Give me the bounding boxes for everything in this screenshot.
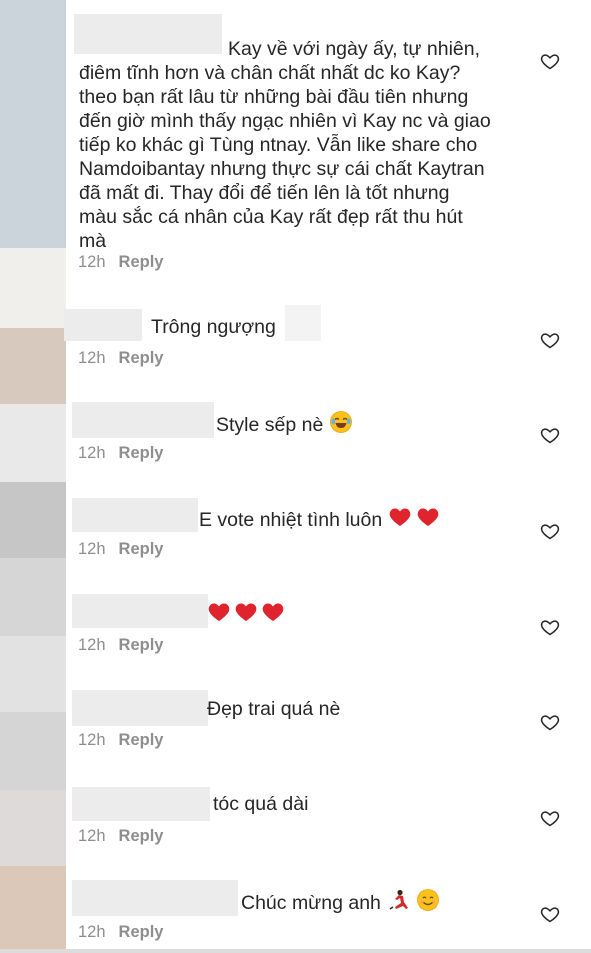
comment-meta: 12h Reply	[78, 253, 163, 272]
comment-text	[207, 600, 285, 627]
avatar	[0, 328, 66, 404]
username-redacted	[72, 787, 210, 821]
red-heart-emoji-icon	[262, 603, 284, 621]
comment-meta: 12h Reply	[78, 923, 163, 942]
username-redacted	[72, 402, 214, 438]
username-redacted	[285, 305, 321, 341]
comment-text: điêm tĩnh hơn và chân chất nhất dc ko Ka…	[79, 62, 461, 84]
username-redacted	[64, 309, 142, 341]
comment-text: Kay về với ngày ấy, tự nhiên,	[228, 38, 481, 60]
timestamp: 12h	[78, 827, 106, 845]
reply-button[interactable]: Reply	[119, 444, 164, 462]
heart-outline-icon[interactable]	[540, 808, 560, 828]
comment-text: mà	[79, 230, 107, 252]
comment-meta: 12h Reply	[78, 636, 163, 655]
avatar	[0, 248, 66, 328]
avatar	[0, 404, 66, 482]
comment-text: tóc quá dài	[213, 793, 309, 815]
comment-text: Trông ngượng	[151, 316, 276, 338]
timestamp: 12h	[78, 253, 106, 271]
avatar	[0, 0, 66, 248]
comment-text: màu sắc cá nhân của Kay rất đẹp rất thu …	[79, 206, 463, 228]
username-redacted	[72, 880, 238, 916]
heart-outline-icon[interactable]	[540, 712, 560, 732]
heart-outline-icon[interactable]	[540, 425, 560, 445]
red-heart-emoji-icon	[235, 603, 257, 621]
username-redacted	[72, 594, 208, 628]
timestamp: 12h	[78, 731, 106, 749]
comment-text-body: E vote nhiệt tình luôn	[199, 509, 383, 531]
reply-button[interactable]: Reply	[119, 923, 164, 941]
heart-outline-icon[interactable]	[540, 904, 560, 924]
red-heart-emoji-icon	[389, 508, 410, 526]
reply-button[interactable]: Reply	[119, 636, 164, 654]
comment-text: tiếp ko khác gì Tùng ntnay. Vẫn like sha…	[79, 134, 478, 156]
reply-button[interactable]: Reply	[119, 253, 164, 271]
reply-button[interactable]: Reply	[119, 731, 164, 749]
comment-text: đã mất đi. Thay đổi để tiến lên là tốt n…	[79, 182, 450, 204]
reply-button[interactable]: Reply	[119, 349, 164, 367]
comment-meta: 12h Reply	[78, 349, 163, 368]
joy-emoji-icon	[329, 411, 352, 433]
timestamp: 12h	[78, 349, 106, 367]
heart-outline-icon[interactable]	[540, 51, 560, 71]
timestamp: 12h	[78, 636, 106, 654]
timestamp: 12h	[78, 444, 106, 462]
avatar	[0, 636, 66, 712]
smiling-face-emoji-icon	[416, 889, 439, 911]
timestamp: 12h	[78, 540, 106, 558]
comment-text: Đẹp trai quá nè	[207, 698, 341, 720]
avatar	[0, 866, 66, 953]
comment-text-body: Chúc mừng anh	[241, 892, 381, 914]
username-redacted	[72, 690, 208, 726]
comment-text: Namdoibantay nhưng thực sự cái chất Kayt…	[79, 158, 485, 180]
comment-meta: 12h Reply	[78, 731, 163, 750]
heart-outline-icon[interactable]	[540, 521, 560, 541]
comment-text-body: Style sếp nè	[216, 414, 324, 436]
comment-text: theo bạn rất lâu từ những bài đầu tiên n…	[79, 86, 469, 108]
divider	[0, 949, 591, 953]
comment-meta: 12h Reply	[78, 827, 163, 846]
comment-text: Style sếp nè	[216, 410, 353, 437]
comment-text: E vote nhiệt tình luôn	[199, 505, 440, 532]
red-heart-emoji-icon	[208, 603, 230, 621]
reply-button[interactable]: Reply	[119, 540, 164, 558]
username-redacted	[74, 14, 222, 54]
dancer-emoji-icon	[389, 889, 409, 910]
avatar	[0, 712, 66, 790]
reply-button[interactable]: Reply	[119, 827, 164, 845]
comment-text: đến giờ mình thấy ngạc nhiên vì Kay nc v…	[79, 110, 491, 132]
red-heart-emoji-icon	[417, 508, 438, 526]
comment-meta: 12h Reply	[78, 540, 163, 559]
heart-outline-icon[interactable]	[540, 330, 560, 350]
comment-text: Chúc mừng anh	[241, 888, 440, 915]
username-redacted	[72, 498, 198, 532]
timestamp: 12h	[78, 923, 106, 941]
avatar	[0, 790, 66, 866]
heart-outline-icon[interactable]	[540, 617, 560, 637]
avatar	[0, 558, 66, 636]
avatar	[0, 482, 66, 558]
comment-meta: 12h Reply	[78, 444, 163, 463]
